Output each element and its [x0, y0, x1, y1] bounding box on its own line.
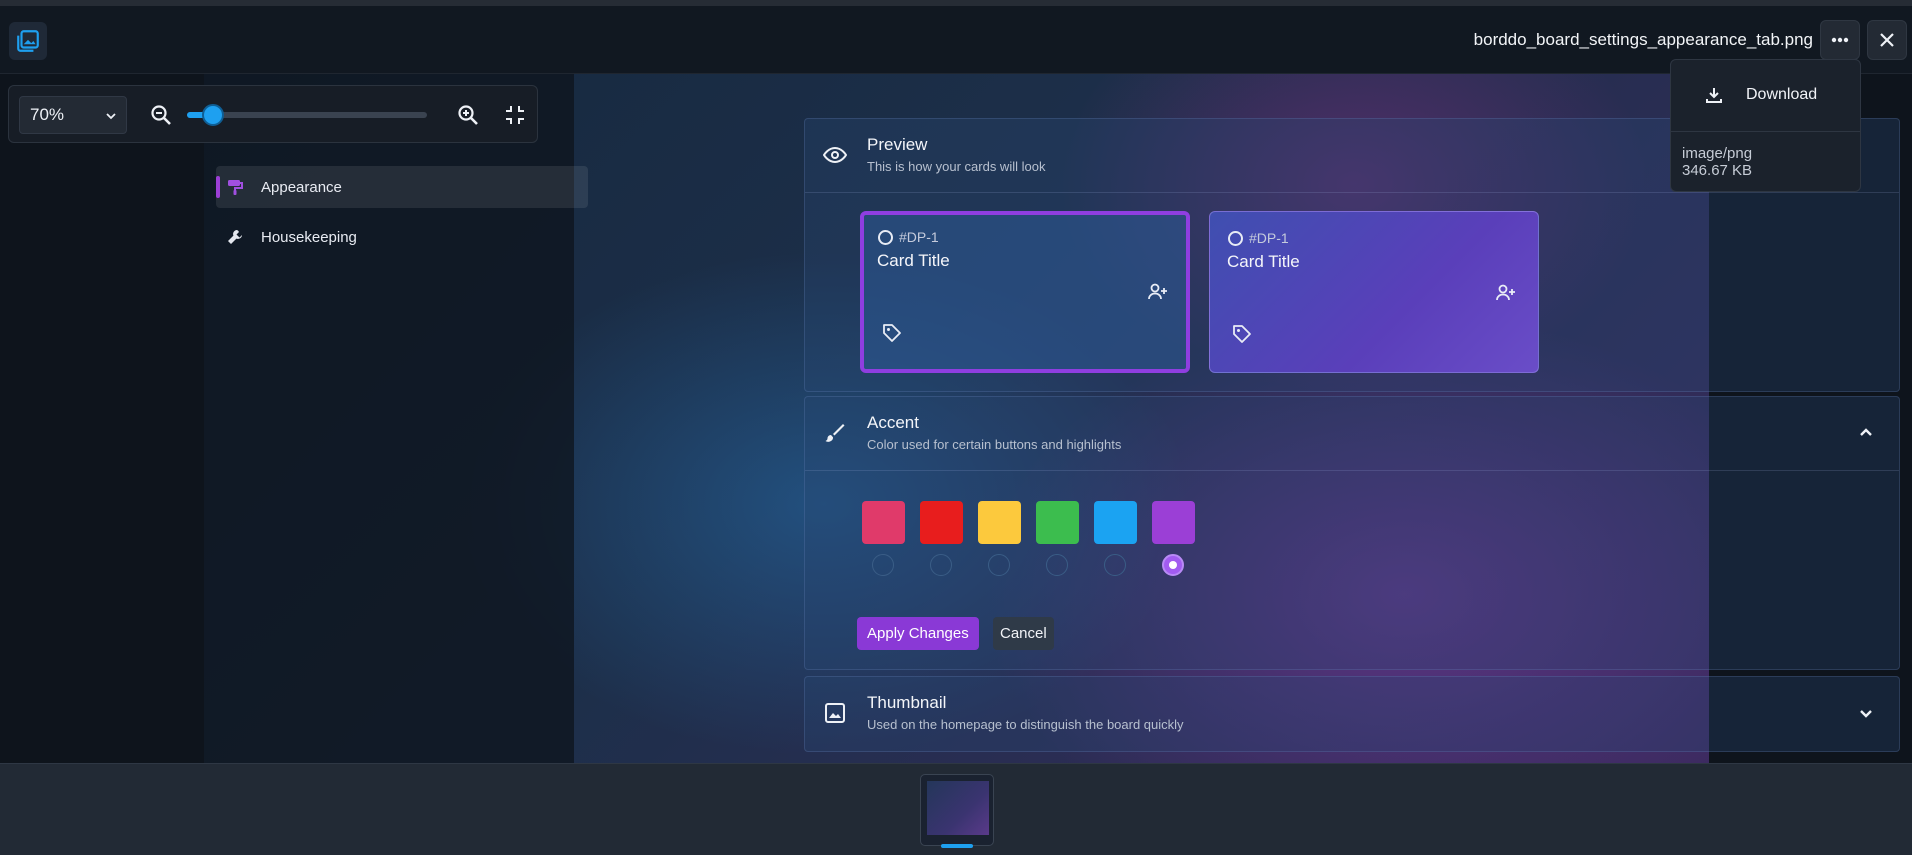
thumbnail-title: Thumbnail — [867, 693, 947, 712]
preview-card-accent: #DP-1 Card Title — [1209, 211, 1539, 373]
preview-subtitle: This is how your cards will look — [867, 159, 1046, 174]
close-button[interactable] — [1867, 20, 1907, 60]
fit-to-screen-icon[interactable] — [503, 103, 527, 127]
preview-card-selected: #DP-1 Card Title — [860, 211, 1190, 373]
tag-icon — [1233, 325, 1251, 343]
accent-radio-green[interactable] — [1046, 554, 1068, 576]
more-options-button[interactable] — [1820, 20, 1860, 60]
accent-title: Accent — [867, 413, 919, 432]
file-options-menu: Download image/png 346.67 KB — [1670, 59, 1861, 192]
image-stage: Appearance Housekeeping Preview This is … — [0, 74, 1912, 763]
card-id: #DP-1 — [1228, 230, 1289, 246]
status-circle-icon — [1228, 230, 1243, 246]
accent-swatch-purple[interactable] — [1152, 501, 1195, 544]
thumbnail-header[interactable]: Thumbnail Used on the homepage to distin… — [805, 677, 1899, 749]
card-title: Card Title — [877, 251, 950, 270]
gallery-icon[interactable] — [9, 22, 47, 60]
screenshot-image: Appearance Housekeeping Preview This is … — [204, 74, 1900, 763]
accent-swatch-pink[interactable] — [862, 501, 905, 544]
accent-section: Accent Color used for certain buttons an… — [804, 396, 1900, 670]
add-user-icon — [1496, 284, 1515, 301]
more-horizontal-icon — [1831, 37, 1849, 43]
accent-subtitle: Color used for certain buttons and highl… — [867, 437, 1122, 452]
sidebar-item-label: Housekeeping — [261, 228, 357, 246]
preview-title: Preview — [867, 135, 928, 154]
chevron-up-icon[interactable] — [1857, 424, 1875, 442]
zoom-level-select[interactable]: 70% — [19, 96, 127, 134]
chevron-down-icon — [106, 113, 116, 120]
accent-swatch-green[interactable] — [1036, 501, 1079, 544]
download-icon — [1706, 88, 1722, 103]
apply-changes-button[interactable]: Apply Changes — [857, 617, 979, 650]
image-thumbnail[interactable] — [920, 774, 994, 846]
download-label: Download — [1746, 86, 1818, 103]
zoom-level-value: 70% — [30, 105, 65, 124]
active-thumbnail-indicator — [941, 844, 973, 848]
thumbnail-preview — [927, 781, 989, 835]
sidebar-item-label: Appearance — [261, 178, 342, 196]
file-size: 346.67 KB — [1682, 162, 1753, 179]
download-menu-item[interactable]: Download — [1671, 60, 1860, 132]
accent-radio-red[interactable] — [930, 554, 952, 576]
file-mime-type: image/png — [1682, 145, 1753, 162]
accent-swatch-blue[interactable] — [1094, 501, 1137, 544]
accent-radio-blue[interactable] — [1104, 554, 1126, 576]
thumbnail-subtitle: Used on the homepage to distinguish the … — [867, 717, 1184, 732]
brush-icon — [825, 424, 845, 442]
active-indicator — [216, 176, 220, 198]
divider — [805, 470, 1899, 471]
paint-roller-icon — [228, 180, 243, 195]
file-name: borddo_board_settings_appearance_tab.png — [1473, 30, 1813, 49]
add-user-icon — [1148, 283, 1167, 300]
zoom-slider[interactable] — [187, 104, 427, 126]
settings-sidebar: Appearance Housekeeping — [204, 74, 588, 763]
image-icon — [825, 703, 845, 723]
viewer-header: borddo_board_settings_appearance_tab.png — [0, 0, 1912, 74]
accent-radio-yellow[interactable] — [988, 554, 1010, 576]
zoom-toolbar: 70% — [8, 85, 538, 143]
sidebar-item-appearance[interactable]: Appearance — [216, 166, 588, 208]
zoom-out-icon[interactable] — [149, 103, 173, 127]
thumbnail-section[interactable]: Thumbnail Used on the homepage to distin… — [804, 676, 1900, 752]
accent-header[interactable]: Accent Color used for certain buttons an… — [805, 397, 1899, 469]
file-meta: image/png 346.67 KB — [1682, 145, 1752, 179]
status-circle-icon — [878, 229, 893, 245]
chevron-down-icon[interactable] — [1857, 704, 1875, 722]
wrench-icon — [228, 230, 242, 244]
accent-swatch-yellow[interactable] — [978, 501, 1021, 544]
accent-radio-pink[interactable] — [872, 554, 894, 576]
divider — [805, 192, 1899, 193]
cancel-button[interactable]: Cancel — [993, 617, 1054, 650]
accent-swatch-red[interactable] — [920, 501, 963, 544]
thumbnail-strip — [0, 763, 1912, 855]
eye-icon — [823, 146, 847, 164]
card-id: #DP-1 — [878, 229, 939, 245]
zoom-in-icon[interactable] — [456, 103, 480, 127]
close-icon — [1880, 33, 1894, 47]
tag-icon — [883, 324, 901, 342]
accent-radio-purple[interactable] — [1162, 554, 1184, 576]
sidebar-item-housekeeping[interactable]: Housekeeping — [216, 216, 588, 258]
zoom-slider-handle[interactable] — [202, 104, 225, 126]
card-title: Card Title — [1227, 252, 1300, 271]
